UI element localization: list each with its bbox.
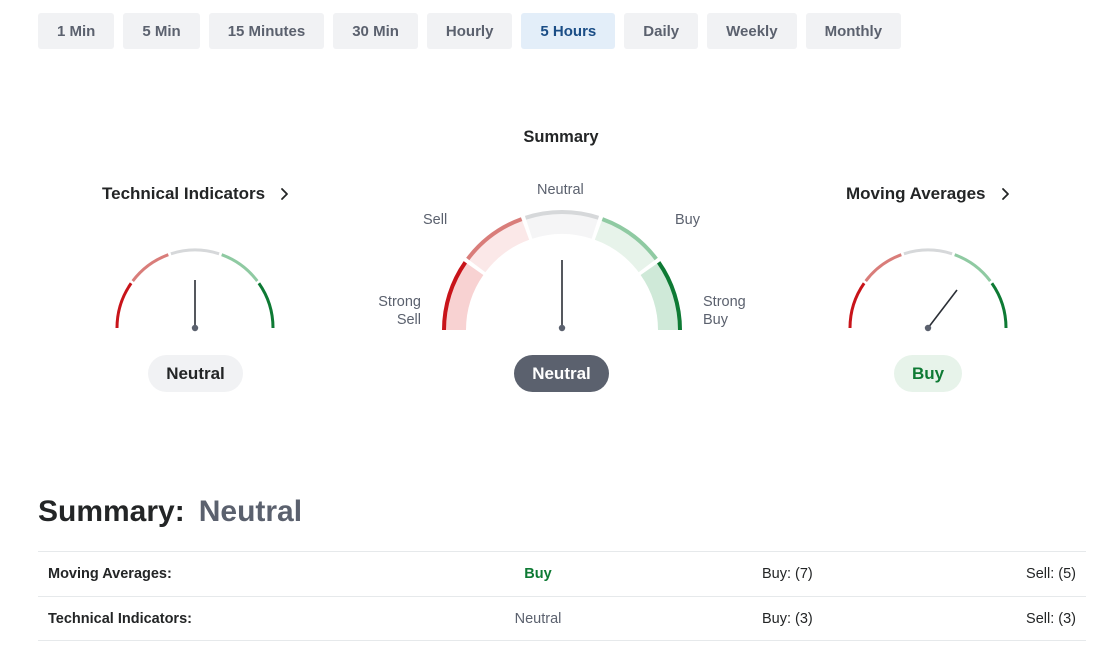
gauge-needle [927, 289, 958, 329]
gauge-label-strong-sell: Strong Sell [378, 294, 421, 328]
summary-heading-value: Neutral [198, 495, 303, 528]
summary-gauge [442, 210, 682, 332]
gauge-label-sell: Sell [423, 212, 448, 228]
gauge-arc-strong-buy [257, 282, 275, 329]
tab-weekly[interactable]: Weekly [707, 13, 797, 49]
gauge-arc-strong-sell [115, 282, 133, 329]
row-sell-count: Sell: (3) [1026, 610, 1076, 627]
row-sell-count: Sell: (5) [1026, 566, 1076, 582]
summary-gauge-title: Summary [523, 128, 599, 146]
tab-5-min[interactable]: 5 Min [123, 13, 200, 49]
gauge-arc-neutral [170, 248, 220, 256]
moving-averages-title: Moving Averages [846, 184, 986, 203]
tab-5-hours[interactable]: 5 Hours [521, 13, 616, 49]
row-label: Moving Averages: [48, 566, 172, 582]
summary-value-badge: Neutral [514, 355, 609, 392]
gauge-pivot [558, 324, 566, 332]
gauge-arc-sell [131, 253, 169, 282]
moving-averages-gauge [848, 248, 1008, 332]
gauge-arc-strong-sell [848, 282, 866, 329]
row-buy-count: Buy: (3) [762, 610, 813, 627]
technical-indicators-title: Technical Indicators [102, 184, 266, 203]
technical-indicators-link[interactable]: Technical Indicators [102, 184, 291, 204]
row-status: Neutral [514, 610, 562, 627]
tab-monthly[interactable]: Monthly [805, 13, 902, 49]
gauge-band-neutral [525, 212, 599, 239]
gauge-arc-buy [954, 253, 992, 282]
technical-indicators-value-badge: Neutral [148, 355, 243, 392]
chevron-right-icon [1001, 188, 1009, 200]
gauge-pivot [191, 324, 199, 332]
gauge-arcs [848, 248, 1008, 329]
gauge-arc-neutral [903, 248, 953, 256]
chevron-right-icon [281, 188, 289, 200]
table-row: Technical Indicators: Neutral Buy: (3) S… [38, 596, 1086, 641]
gauge-band-buy [594, 219, 657, 273]
tab-hourly[interactable]: Hourly [426, 13, 513, 49]
row-label: Technical Indicators: [48, 610, 192, 627]
tab-daily[interactable]: Daily [624, 13, 699, 49]
technical-indicators-gauge [115, 248, 275, 332]
gauge-pivot [924, 324, 932, 332]
gauge-label-strong-buy: Strong Buy [703, 294, 746, 328]
moving-averages-value-badge: Buy [894, 355, 962, 392]
tab-15-minutes[interactable]: 15 Minutes [208, 13, 325, 49]
gauge-band-sell [467, 219, 530, 273]
gauge-arc-buy [221, 253, 259, 282]
row-buy-count: Buy: (7) [762, 566, 813, 582]
summary-heading: Summary: Neutral [38, 495, 302, 529]
gauge-arc-strong-buy [990, 282, 1008, 329]
gauge-arc-sell [864, 253, 902, 282]
moving-averages-link[interactable]: Moving Averages [846, 184, 1012, 204]
tab-30-min[interactable]: 30 Min [333, 13, 418, 49]
timeframe-tabs: 1 Min 5 Min 15 Minutes 30 Min Hourly 5 H… [38, 13, 902, 49]
table-row: Moving Averages: Buy Buy: (7) Sell: (5) [38, 551, 1086, 596]
gauge-label-neutral: Neutral [537, 182, 584, 198]
summary-heading-label: Summary: [38, 495, 185, 528]
row-status: Buy [524, 566, 552, 582]
gauge-label-buy: Buy [675, 212, 700, 228]
tab-1-min[interactable]: 1 Min [38, 13, 115, 49]
